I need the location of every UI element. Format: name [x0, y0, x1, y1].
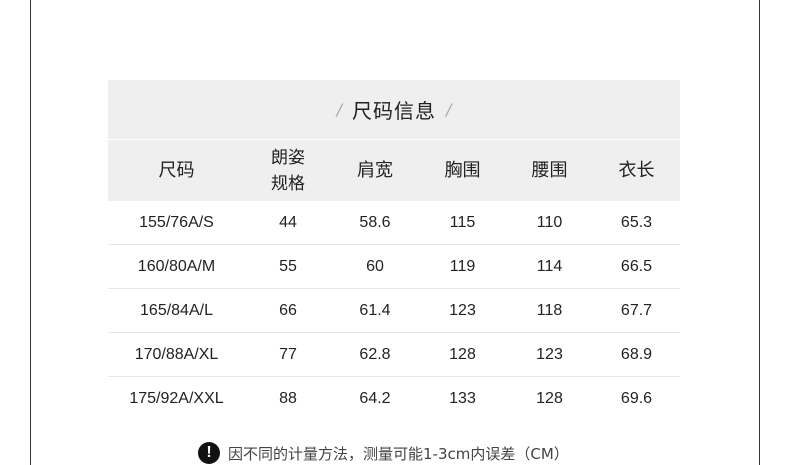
cell-waist: 123: [536, 345, 563, 363]
cell-length: 65.3: [620, 213, 653, 231]
cell-size: 155/76A/S: [139, 213, 214, 231]
table-row: 170/88A/XL 77 62.8 128 123 68.9: [108, 333, 680, 377]
header-shoulder: 肩宽: [357, 159, 393, 181]
cell-chest: 119: [449, 257, 476, 275]
header-chest: 胸围: [444, 159, 481, 181]
cell-shoulder: 62.8: [359, 345, 391, 363]
cell-size: 160/80A/M: [137, 257, 216, 275]
table-row: 165/84A/L 66 61.4 123 118 67.7: [108, 289, 680, 333]
table-row: 175/92A/XXL 88 64.2 133 128 69.6: [108, 377, 680, 420]
table-body: 155/76A/S 44 58.6 115 110 65.3 160/80A/M…: [108, 201, 680, 420]
size-chart-title-bar: / 尺码信息 /: [108, 80, 680, 139]
cell-spec: 55: [279, 257, 297, 275]
cell-length: 67.7: [620, 301, 653, 319]
cell-shoulder: 64.2: [359, 389, 391, 407]
header-length: 衣长: [618, 159, 655, 181]
footnote: ! 因不同的计量方法，测量可能1-3cm内误差（CM）: [198, 442, 569, 464]
footnote-text: 因不同的计量方法，测量可能1-3cm内误差（CM）: [228, 444, 569, 463]
cell-chest: 128: [449, 345, 476, 363]
cell-shoulder: 60: [366, 257, 384, 275]
cell-size: 170/88A/XL: [134, 345, 219, 363]
cell-shoulder: 58.6: [359, 213, 391, 231]
cell-chest: 123: [449, 301, 476, 319]
header-waist: 腰围: [531, 159, 568, 181]
cell-waist: 114: [536, 257, 563, 275]
header-size: 尺码: [158, 159, 195, 181]
cell-length: 69.6: [620, 389, 653, 407]
table-row: 155/76A/S 44 58.6 115 110 65.3: [108, 201, 680, 245]
cell-waist: 128: [536, 389, 563, 407]
size-chart: / 尺码信息 / 尺码 朗姿 规格 肩宽 胸围 腰围 衣长 155/76A/S …: [108, 80, 680, 420]
cell-size: 165/84A/L: [140, 301, 213, 319]
cell-waist: 110: [536, 213, 563, 231]
cell-chest: 133: [449, 389, 476, 407]
table-row: 160/80A/M 55 60 119 114 66.5: [108, 245, 680, 289]
exclamation-icon: !: [198, 442, 220, 464]
title-decor-left: /: [336, 100, 342, 119]
cell-shoulder: 61.4: [359, 301, 391, 319]
size-chart-title: 尺码信息: [352, 99, 436, 123]
cell-chest: 115: [449, 213, 476, 231]
table-header: 尺码 朗姿 规格 肩宽 胸围 腰围 衣长: [108, 140, 680, 201]
cell-spec: 88: [279, 389, 297, 407]
cell-spec: 77: [279, 345, 297, 363]
title-decor-right: /: [446, 100, 452, 119]
cell-length: 68.9: [620, 345, 653, 363]
cell-spec: 66: [279, 301, 297, 319]
cell-spec: 44: [279, 213, 297, 231]
cell-waist: 118: [536, 301, 563, 319]
cell-size: 175/92A/XXL: [129, 389, 224, 407]
cell-length: 66.5: [620, 257, 653, 275]
header-langzi-spec: 朗姿 规格: [271, 147, 305, 194]
